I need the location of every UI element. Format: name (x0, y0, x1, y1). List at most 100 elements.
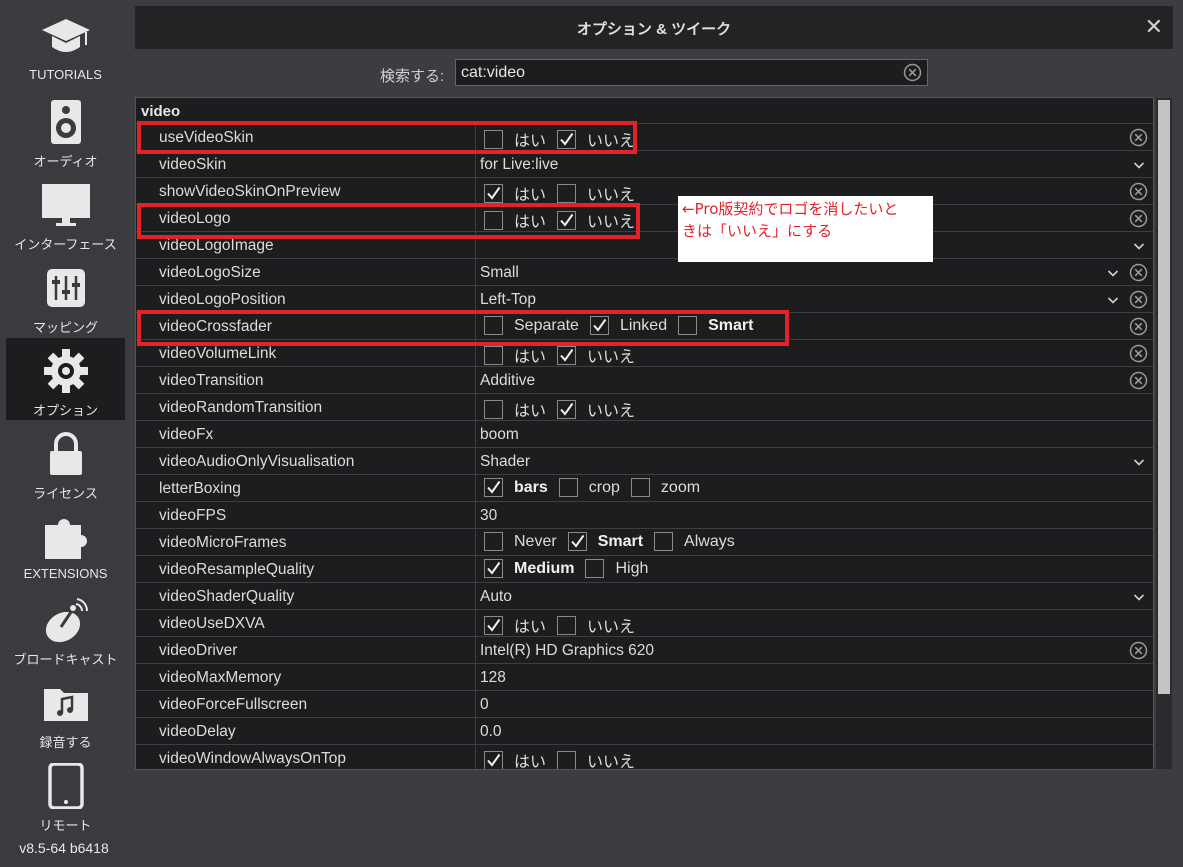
option-label[interactable]: はい (514, 343, 546, 367)
checkbox[interactable] (678, 316, 698, 335)
option-label[interactable]: High (615, 560, 648, 578)
option-label[interactable]: Always (684, 533, 735, 551)
sidebar-item-3[interactable]: マッピング (6, 255, 125, 337)
option-label[interactable]: はい (514, 181, 546, 205)
chevron-down-icon[interactable] (1133, 454, 1145, 472)
option-label[interactable]: Smart (708, 317, 753, 335)
option-label[interactable]: bars (514, 479, 548, 497)
scrollbar-thumb[interactable] (1158, 100, 1170, 694)
search-input[interactable] (455, 59, 928, 86)
setting-row[interactable]: videoMicroFrames Never Smart Always (136, 528, 1153, 556)
setting-row[interactable]: videoFx boom (136, 420, 1153, 448)
clear-setting-icon[interactable] (1129, 317, 1148, 341)
setting-row[interactable]: videoDriver Intel(R) HD Graphics 620 (136, 636, 1153, 665)
sidebar-item-7[interactable]: ブロードキャスト (6, 587, 125, 669)
option-label[interactable]: Medium (514, 560, 574, 578)
clear-setting-icon[interactable] (1129, 290, 1148, 314)
checkbox[interactable] (654, 532, 674, 551)
setting-row[interactable]: videoFPS 30 (136, 501, 1153, 529)
setting-value[interactable]: boom (480, 426, 519, 444)
setting-value[interactable]: 30 (480, 507, 497, 525)
chevron-down-icon[interactable] (1133, 157, 1145, 175)
checkbox[interactable] (557, 750, 577, 769)
setting-row[interactable]: videoLogoSize Small (136, 258, 1153, 287)
checkbox[interactable] (585, 559, 605, 578)
checkbox[interactable] (630, 478, 650, 497)
checkbox[interactable] (484, 559, 503, 578)
setting-value[interactable]: 0 (480, 696, 489, 714)
clear-setting-icon[interactable] (1129, 182, 1148, 206)
clear-setting-icon[interactable] (1129, 344, 1148, 368)
setting-value[interactable]: 0.0 (480, 723, 502, 741)
checkbox[interactable] (557, 345, 577, 365)
setting-row[interactable]: videoForceFullscreen 0 (136, 690, 1153, 718)
checkbox[interactable] (589, 316, 609, 335)
sidebar-item-4[interactable]: オプション (6, 338, 125, 420)
checkbox[interactable] (567, 532, 587, 551)
setting-row[interactable]: useVideoSkin はい いいえ (136, 123, 1153, 152)
checkbox[interactable] (557, 399, 577, 419)
sidebar-item-2[interactable]: インターフェース (6, 172, 125, 254)
option-label[interactable]: はい (514, 748, 546, 769)
checkbox[interactable] (484, 615, 503, 635)
setting-row[interactable]: videoResampleQuality Medium High (136, 555, 1153, 583)
setting-row[interactable]: videoLogoImage (136, 231, 1153, 259)
clear-setting-icon[interactable] (1129, 371, 1148, 395)
setting-select-value[interactable]: Small (480, 264, 519, 282)
checkbox[interactable] (558, 478, 578, 497)
checkbox[interactable] (484, 129, 503, 149)
setting-row[interactable]: videoRandomTransition はい いいえ (136, 393, 1153, 421)
sidebar-item-9[interactable]: リモート (6, 753, 125, 835)
sidebar-item-6[interactable]: EXTENSIONS (6, 504, 125, 586)
checkbox[interactable] (484, 399, 503, 419)
checkbox[interactable] (557, 615, 577, 635)
setting-row[interactable]: videoTransition Additive (136, 366, 1153, 395)
option-label[interactable]: はい (514, 208, 546, 232)
setting-value[interactable]: Intel(R) HD Graphics 620 (480, 642, 654, 660)
option-label[interactable]: いいえ (587, 127, 635, 151)
checkbox[interactable] (557, 210, 577, 230)
setting-row[interactable]: videoUseDXVA はい いいえ (136, 609, 1153, 637)
option-label[interactable]: いいえ (587, 397, 635, 421)
checkbox[interactable] (557, 183, 577, 203)
chevron-down-icon[interactable] (1133, 589, 1145, 607)
setting-row[interactable]: videoLogo はい いいえ (136, 204, 1153, 233)
option-label[interactable]: Linked (620, 317, 667, 335)
setting-row[interactable]: videoMaxMemory 128 (136, 663, 1153, 691)
setting-row[interactable]: videoWindowAlwaysOnTop はい いいえ (136, 744, 1153, 769)
option-label[interactable]: はい (514, 613, 546, 637)
clear-setting-icon[interactable] (1129, 641, 1148, 665)
search-clear-svg[interactable] (903, 63, 922, 86)
checkbox[interactable] (484, 532, 503, 551)
checkbox[interactable] (484, 316, 503, 335)
checkbox[interactable] (484, 183, 503, 203)
clear-setting-icon[interactable] (1129, 209, 1148, 233)
checkbox[interactable] (557, 129, 577, 149)
setting-row[interactable]: videoCrossfader Separate Linked Smart (136, 312, 1153, 341)
option-label[interactable]: いいえ (587, 748, 635, 769)
setting-value[interactable]: Additive (480, 372, 535, 390)
chevron-down-icon[interactable] (1133, 238, 1145, 256)
setting-row[interactable]: videoLogoPosition Left-Top (136, 285, 1153, 314)
option-label[interactable]: いいえ (587, 613, 635, 637)
option-label[interactable]: いいえ (587, 343, 635, 367)
checkbox[interactable] (484, 345, 503, 365)
clear-setting-icon[interactable] (1129, 128, 1148, 152)
option-label[interactable]: いいえ (587, 181, 635, 205)
chevron-down-icon[interactable] (1107, 292, 1119, 310)
option-label[interactable]: Never (514, 533, 557, 551)
setting-row[interactable]: videoAudioOnlyVisualisation Shader (136, 447, 1153, 475)
option-label[interactable]: いいえ (587, 208, 635, 232)
sidebar-item-8[interactable]: 録音する (6, 670, 125, 752)
chevron-down-icon[interactable] (1107, 265, 1119, 283)
scrollbar[interactable] (1156, 98, 1172, 769)
setting-select-value[interactable]: Auto (480, 588, 512, 606)
close-icon[interactable]: ✕ (1145, 14, 1163, 40)
clear-setting-icon[interactable] (1129, 263, 1148, 287)
sidebar-item-0[interactable]: TUTORIALS (6, 5, 125, 87)
option-label[interactable]: Separate (514, 317, 579, 335)
option-label[interactable]: はい (514, 397, 546, 421)
setting-row[interactable]: showVideoSkinOnPreview はい いいえ (136, 177, 1153, 206)
sidebar-item-5[interactable]: ライセンス (6, 421, 125, 503)
option-label[interactable]: zoom (661, 479, 700, 497)
